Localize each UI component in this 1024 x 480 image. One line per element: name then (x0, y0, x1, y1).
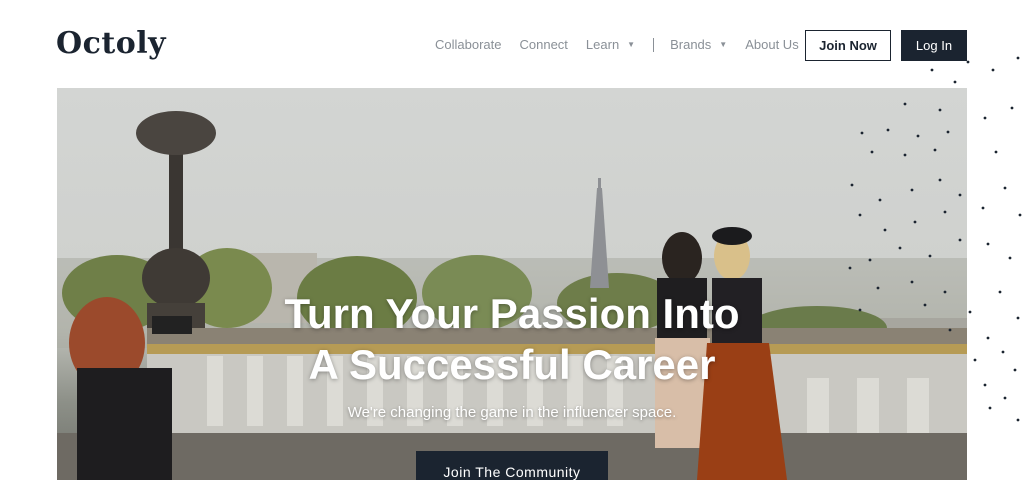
logo[interactable]: Octoly (56, 26, 166, 61)
nav-item-brands[interactable]: Brands ▼ (670, 37, 727, 52)
hero-title: Turn Your Passion Into A Successful Care… (57, 288, 967, 390)
log-in-button[interactable]: Log In (901, 30, 967, 61)
nav-label: About Us (745, 37, 799, 52)
nav-label: Learn (585, 37, 620, 52)
nav-divider (653, 37, 655, 52)
nav-label: Brands (670, 37, 712, 52)
join-community-button[interactable]: Join The Community (416, 451, 608, 480)
hero-title-line-2: A Successful Career (308, 341, 716, 388)
hero-photo (57, 111, 967, 480)
chevron-down-icon: ▼ (719, 40, 728, 49)
nav-item-about-us[interactable]: About Us (745, 37, 798, 52)
hero-title-line-1: Turn Your Passion Into (284, 290, 740, 337)
nav-item-collaborate[interactable]: Collaborate (435, 37, 502, 52)
nav-label: Connect (519, 37, 568, 52)
hero-section: Turn Your Passion Into A Successful Care… (57, 88, 967, 480)
main-nav: Collaborate Connect Learn ▼ Brands ▼ Abo… (435, 37, 817, 52)
nav-item-learn[interactable]: Learn ▼ (586, 37, 635, 52)
site-header: Octoly Collaborate Connect Learn ▼ Brand… (0, 0, 1024, 88)
nav-item-connect[interactable]: Connect (520, 37, 568, 52)
hero-subtitle: We're changing the game in the influence… (347, 404, 677, 421)
nav-label: Collaborate (435, 37, 502, 52)
page: Octoly Collaborate Connect Learn ▼ Brand… (0, 0, 1024, 480)
join-now-button[interactable]: Join Now (805, 30, 891, 61)
chevron-down-icon: ▼ (627, 40, 636, 49)
